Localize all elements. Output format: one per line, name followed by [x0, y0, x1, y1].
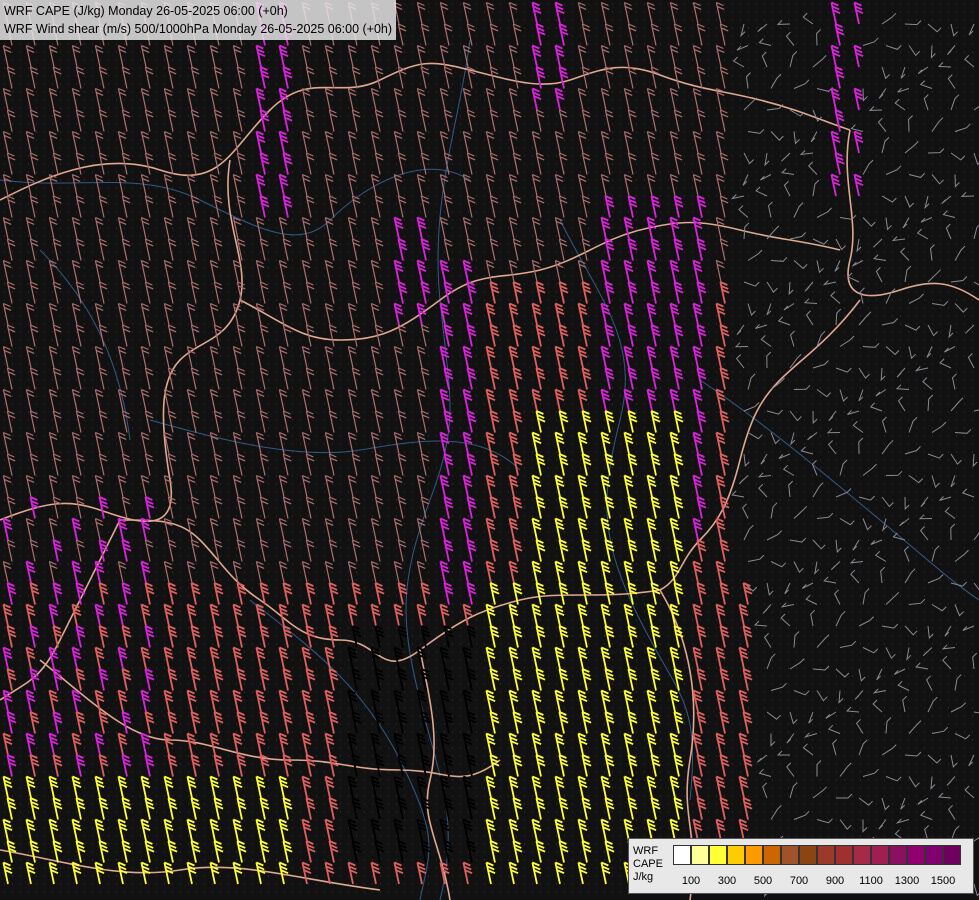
legend-tick: 300 — [717, 875, 737, 887]
legend-swatch — [889, 845, 907, 865]
legend-swatch — [673, 845, 691, 865]
legend-swatch — [727, 845, 745, 865]
legend-tick: 100 — [681, 875, 701, 887]
legend-tick: 900 — [825, 875, 845, 887]
legend-tick: 1500 — [930, 875, 956, 887]
legend-tick: 1100 — [859, 875, 883, 887]
legend-swatch — [799, 845, 817, 865]
legend-swatch — [817, 845, 835, 865]
legend-swatch — [835, 845, 853, 865]
weather-map — [0, 0, 979, 900]
legend-swatch — [925, 845, 943, 865]
cape-legend: WRF CAPE J/kg 100 300 500 700 900 1100 1300 150… — [628, 838, 974, 894]
legend-swatch — [709, 845, 727, 865]
legend-swatch — [763, 845, 781, 865]
legend-swatch — [853, 845, 871, 865]
legend-tick: 1300 — [894, 875, 920, 887]
legend-swatch — [781, 845, 799, 865]
legend-tick: 700 — [789, 875, 809, 887]
legend-tick: 500 — [753, 875, 773, 887]
legend-label: WRF CAPE J/kg — [633, 845, 673, 884]
legend-label-model: WRF — [633, 845, 659, 857]
legend-label-unit: J/kg — [633, 871, 654, 883]
wind-shear-title: WRF Wind shear (m/s) 500/1000hPa Monday … — [4, 22, 393, 36]
legend-tick-labels: 100 300 500 700 900 1100 1300 1500 — [673, 875, 973, 889]
legend-label-variable: CAPE — [633, 858, 663, 870]
legend-swatch — [871, 845, 889, 865]
legend-swatch — [907, 845, 925, 865]
legend-swatch — [691, 845, 709, 865]
legend-color-scale — [673, 845, 961, 865]
legend-swatch — [943, 845, 961, 865]
cape-title: WRF CAPE (J/kg) Monday 26-05-2025 06:00 … — [4, 4, 288, 18]
legend-swatch — [745, 845, 763, 865]
map-title-box: WRF CAPE (J/kg) Monday 26-05-2025 06:00 … — [0, 0, 397, 40]
